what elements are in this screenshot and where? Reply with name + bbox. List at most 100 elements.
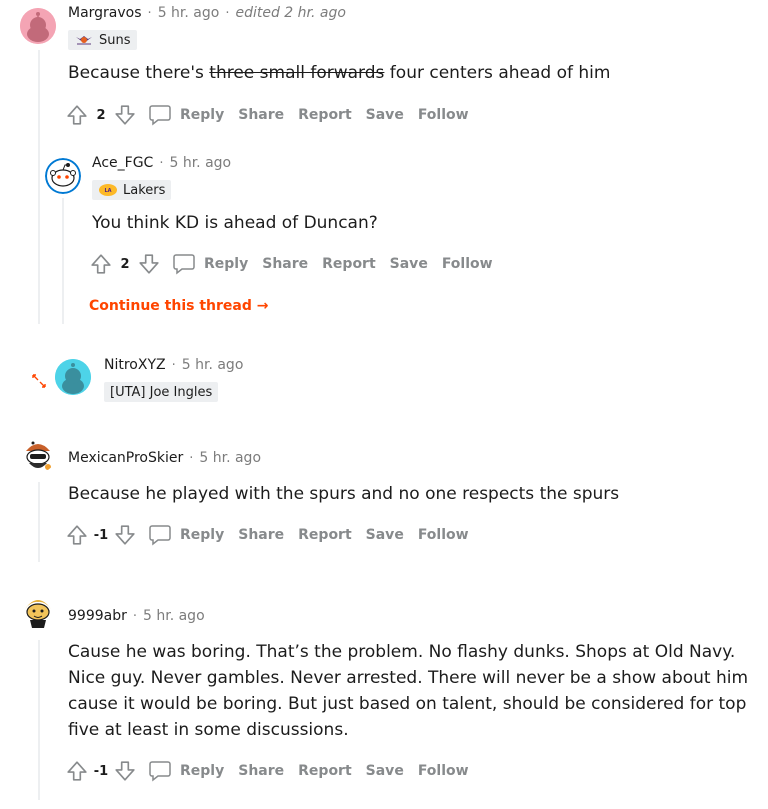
- snoo-avatar-icon: [20, 8, 56, 44]
- follow-button[interactable]: Follow: [418, 527, 469, 543]
- downvote-icon: [115, 525, 135, 545]
- share-button[interactable]: Share: [238, 527, 284, 543]
- expand-icon[interactable]: [29, 371, 49, 391]
- downvote-icon: [139, 254, 159, 274]
- flair-text: Suns: [99, 32, 131, 48]
- vote-score: 2: [96, 107, 106, 123]
- reply-button[interactable]: Reply: [148, 760, 224, 782]
- timestamp[interactable]: 5 hr. ago: [169, 155, 231, 171]
- separator-dot: ·: [171, 357, 176, 373]
- upvote-icon: [67, 761, 87, 781]
- author-name[interactable]: Margravos: [68, 5, 142, 21]
- report-label: Report: [322, 256, 376, 272]
- arrow-right-icon: →: [256, 298, 269, 314]
- downvote-icon: [115, 105, 135, 125]
- comment-actions: -1 Reply Share Report Save Follow: [64, 758, 469, 784]
- share-button[interactable]: Share: [262, 256, 308, 272]
- reply-icon: [149, 105, 171, 126]
- comment-body: Because he played with the spurs and no …: [68, 484, 620, 504]
- reply-icon: [149, 525, 171, 546]
- downvote-icon: [115, 761, 135, 781]
- share-label: Share: [262, 256, 309, 272]
- user-flair: Suns: [68, 30, 137, 50]
- comment-text: four centers ahead of him: [384, 63, 611, 83]
- comment-line: Nice guy. Never gambles. Never arrested.…: [68, 668, 749, 688]
- share-button[interactable]: Share: [238, 107, 284, 123]
- lakers-logo-icon: LA: [98, 183, 118, 197]
- reply-button[interactable]: Reply: [172, 253, 248, 275]
- follow-label: Follow: [441, 256, 493, 272]
- comment-meta: Margravos · 5 hr. ago · edited 2 hr. ago: [68, 5, 346, 21]
- comment-meta: Ace_FGC · 5 hr. ago: [92, 155, 231, 171]
- downvote-button[interactable]: [112, 522, 138, 548]
- save-button[interactable]: Save: [366, 763, 404, 779]
- user-flair: [UTA] Joe Ingles: [104, 382, 219, 402]
- follow-button[interactable]: Follow: [418, 763, 469, 779]
- follow-button[interactable]: Follow: [418, 107, 469, 123]
- report-button[interactable]: Report: [322, 256, 376, 272]
- reply-label: Reply: [180, 107, 225, 123]
- continue-thread-link[interactable]: Continue this thread →: [89, 298, 268, 314]
- save-label: Save: [389, 256, 428, 272]
- report-button[interactable]: Report: [298, 527, 352, 543]
- upvote-button[interactable]: [88, 251, 114, 277]
- comment-body: Cause he was boring. That’s the problem.…: [68, 639, 748, 743]
- reply-icon: [149, 761, 171, 782]
- separator-dot: ·: [147, 5, 152, 21]
- save-button[interactable]: Save: [390, 256, 428, 272]
- share-button[interactable]: Share: [238, 763, 284, 779]
- comment-actions: 2 Reply Share Report Save Follow: [88, 251, 493, 277]
- reply-button[interactable]: Reply: [148, 524, 224, 546]
- avatar[interactable]: [20, 593, 56, 629]
- timestamp[interactable]: 5 hr. ago: [182, 357, 244, 373]
- report-button[interactable]: Report: [298, 763, 352, 779]
- user-flair: LA Lakers: [92, 180, 172, 200]
- avatar[interactable]: [55, 359, 91, 395]
- follow-button[interactable]: Follow: [442, 256, 493, 272]
- save-button[interactable]: Save: [366, 107, 404, 123]
- author-name[interactable]: MexicanProSkier: [68, 450, 183, 466]
- snoo-avatar-icon: [45, 158, 81, 194]
- save-button[interactable]: Save: [366, 527, 404, 543]
- author-name[interactable]: Ace_FGC: [92, 155, 153, 171]
- reply-icon: [173, 254, 195, 275]
- report-button[interactable]: Report: [298, 107, 352, 123]
- avatar[interactable]: [20, 8, 56, 44]
- thread-line-9999abr[interactable]: [38, 640, 40, 800]
- upvote-button[interactable]: [64, 758, 90, 784]
- upvote-button[interactable]: [64, 522, 90, 548]
- author-name[interactable]: NitroXYZ: [104, 357, 166, 373]
- avatar[interactable]: [45, 158, 81, 194]
- reply-button[interactable]: Reply: [148, 104, 224, 126]
- save-label: Save: [365, 763, 404, 779]
- struck-text: three small forwards: [209, 63, 385, 83]
- thread-line-ace[interactable]: [62, 198, 64, 324]
- follow-label: Follow: [417, 527, 469, 543]
- thread-line-margravos[interactable]: [38, 50, 40, 324]
- timestamp[interactable]: 5 hr. ago: [199, 450, 261, 466]
- author-name[interactable]: 9999abr: [68, 608, 127, 624]
- follow-label: Follow: [417, 763, 469, 779]
- comment-body: You think KD is ahead of Duncan?: [92, 213, 378, 233]
- separator-dot: ·: [225, 5, 230, 21]
- flair-text: Lakers: [123, 182, 166, 198]
- separator-dot: ·: [159, 155, 164, 171]
- separator-dot: ·: [189, 450, 194, 466]
- snoo-avatar-icon: [20, 593, 56, 629]
- avatar[interactable]: [20, 437, 56, 473]
- comment-line: five at least in some discussions.: [68, 720, 349, 740]
- vote-score: -1: [93, 763, 109, 779]
- downvote-button[interactable]: [136, 251, 162, 277]
- comment-actions: -1 Reply Share Report Save Follow: [64, 522, 469, 548]
- thread-line-mexican[interactable]: [38, 482, 40, 562]
- downvote-button[interactable]: [112, 758, 138, 784]
- reply-label: Reply: [180, 763, 225, 779]
- timestamp[interactable]: 5 hr. ago: [143, 608, 205, 624]
- upvote-button[interactable]: [64, 102, 90, 128]
- downvote-button[interactable]: [112, 102, 138, 128]
- suns-logo-icon: [74, 33, 94, 47]
- timestamp[interactable]: 5 hr. ago: [158, 5, 220, 21]
- continue-thread-label: Continue this thread: [89, 298, 252, 314]
- save-label: Save: [365, 107, 404, 123]
- save-label: Save: [365, 527, 404, 543]
